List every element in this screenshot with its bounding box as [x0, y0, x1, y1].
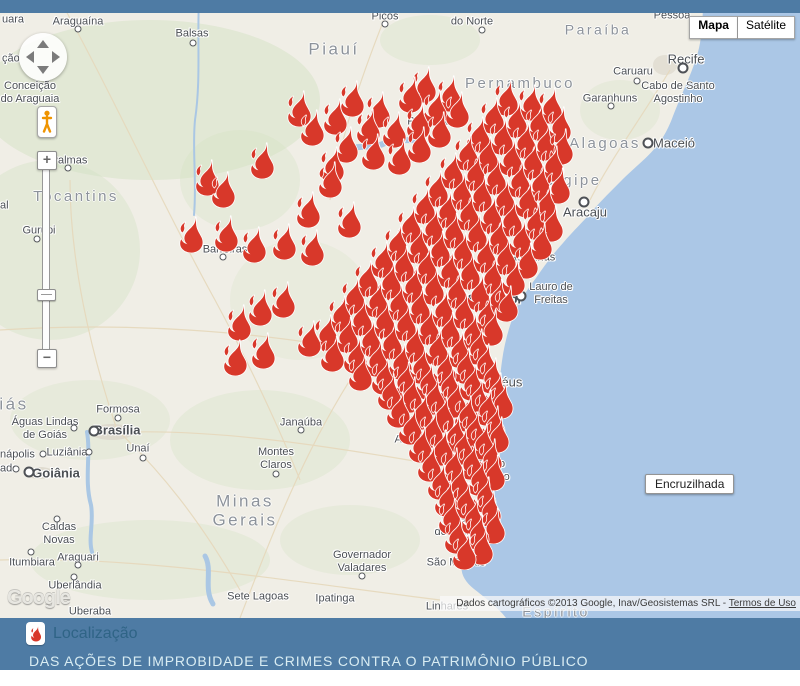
fire-marker[interactable] — [296, 109, 326, 146]
pegman-icon — [41, 110, 53, 134]
bottom-banner: Localização DAS AÇÕES DE IMPROBIDADE E C… — [0, 618, 800, 670]
map-canvas[interactable]: PiauíParaíbaPernambucoAlagoasSergipeToca… — [0, 0, 800, 618]
zoom-slider-handle[interactable] — [37, 289, 56, 301]
fire-marker[interactable] — [210, 215, 240, 252]
flame-icon — [29, 625, 42, 642]
fire-marker[interactable] — [246, 142, 276, 179]
pan-left-arrow-icon[interactable] — [26, 51, 34, 63]
banner-subtitle: DAS AÇÕES DE IMPROBIDADE E CRIMES CONTRA… — [29, 653, 588, 669]
attribution-text: Dados cartográficos ©2013 Google, Inav/G… — [456, 598, 729, 609]
map-type-satelite-button[interactable]: Satélite — [738, 16, 795, 39]
fire-marker[interactable] — [247, 332, 277, 369]
pan-right-arrow-icon[interactable] — [52, 51, 60, 63]
pan-up-arrow-icon[interactable] — [37, 40, 49, 48]
map-markers-layer — [0, 0, 800, 618]
fire-marker[interactable] — [175, 216, 205, 253]
banner-flame-chip — [26, 622, 45, 645]
fire-marker[interactable] — [296, 229, 326, 266]
fire-marker[interactable] — [383, 138, 413, 175]
google-logo[interactable]: Google — [7, 587, 70, 610]
map-type-control: Mapa Satélite — [689, 16, 795, 39]
fire-marker[interactable] — [268, 223, 298, 260]
zoom-out-button[interactable]: − — [37, 349, 57, 368]
zoom-in-button[interactable]: + — [37, 151, 57, 170]
zoom-slider-track[interactable] — [42, 168, 50, 352]
fire-marker[interactable] — [238, 226, 268, 263]
marker-tooltip: Encruzilhada — [645, 474, 734, 494]
banner-title: Localização — [53, 625, 138, 643]
fire-marker[interactable] — [219, 339, 249, 376]
fire-marker[interactable] — [207, 171, 237, 208]
fire-marker[interactable] — [333, 201, 363, 238]
pan-control[interactable] — [19, 33, 67, 81]
map-attribution: Dados cartográficos ©2013 Google, Inav/G… — [440, 596, 800, 611]
map-type-mapa-button[interactable]: Mapa — [689, 16, 738, 39]
footer-strip — [0, 670, 800, 686]
street-view-pegman[interactable] — [37, 106, 57, 138]
pan-down-arrow-icon[interactable] — [37, 66, 49, 74]
fire-marker[interactable] — [448, 533, 478, 570]
maps-page: PiauíParaíbaPernambucoAlagoasSergipeToca… — [0, 0, 800, 686]
top-blue-bar — [0, 0, 800, 13]
terms-of-use-link[interactable]: Termos de Uso — [729, 598, 796, 609]
